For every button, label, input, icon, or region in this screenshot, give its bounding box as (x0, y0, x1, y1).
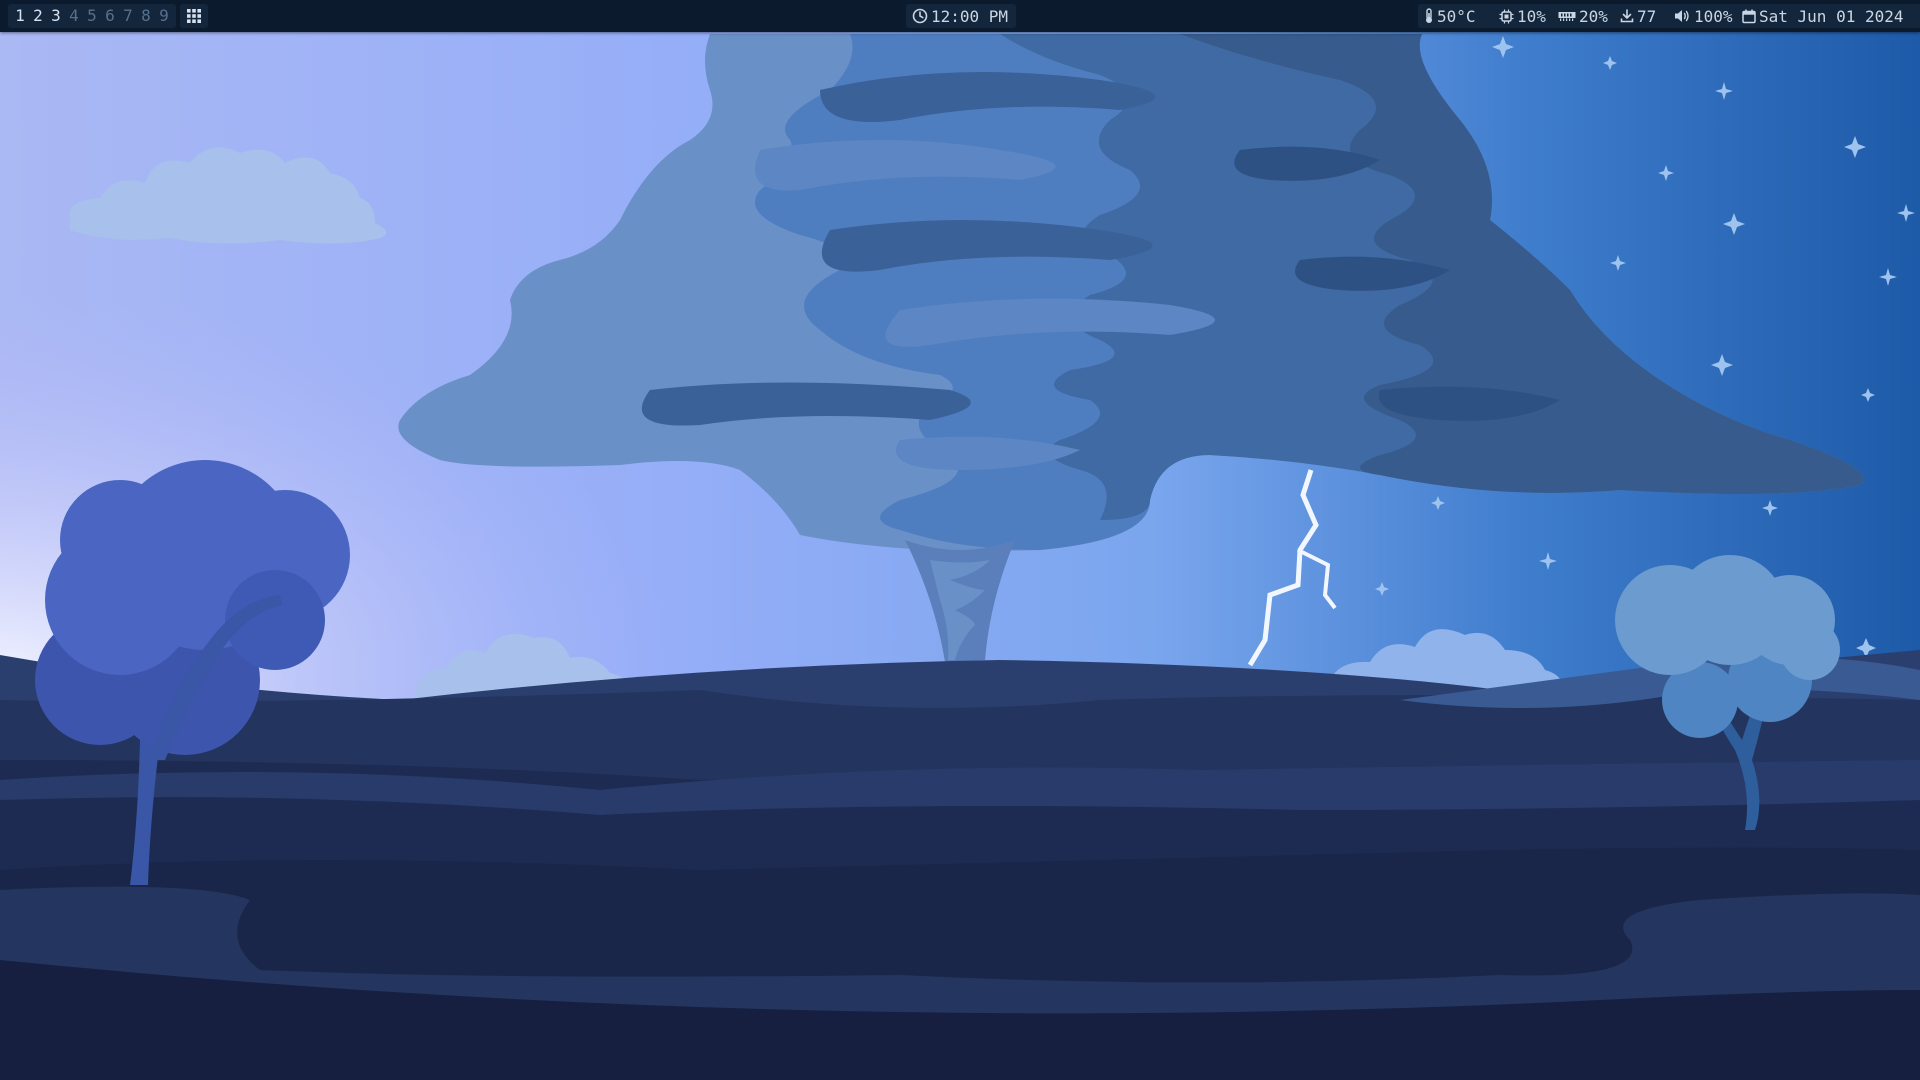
app-launcher-button[interactable] (180, 4, 208, 28)
volume-value: 100% (1694, 6, 1733, 26)
date-widget[interactable]: Sat Jun 01 2024 (1736, 4, 1920, 28)
speaker-icon (1674, 9, 1691, 23)
thermometer-icon (1424, 8, 1434, 24)
temperature-value: 50°C (1437, 6, 1476, 26)
cpu-value: 10% (1517, 6, 1546, 26)
clock-time: 12:00 PM (931, 6, 1009, 26)
workspace-9[interactable]: 9 (155, 4, 173, 28)
workspace-1[interactable]: 1 (11, 4, 29, 28)
hills (0, 650, 1920, 1080)
calendar-icon (1742, 9, 1756, 24)
workspace-4[interactable]: 4 (65, 4, 83, 28)
workspace-6[interactable]: 6 (101, 4, 119, 28)
downloads-widget[interactable]: 77 (1614, 4, 1676, 28)
clock-widget[interactable]: 12:00 PM (906, 4, 1017, 28)
workspace-8[interactable]: 8 (137, 4, 155, 28)
volume-widget[interactable]: 100% (1668, 4, 1744, 28)
workspace-5[interactable]: 5 (83, 4, 101, 28)
top-bar: 1 2 3 4 5 6 7 8 9 12:00 PM 50°C 10% 20% … (0, 0, 1920, 32)
memory-icon (1558, 10, 1576, 22)
downloads-value: 77 (1637, 6, 1657, 26)
grid-icon (187, 9, 201, 23)
workspace-2[interactable]: 2 (29, 4, 47, 28)
download-icon (1620, 9, 1634, 23)
memory-value: 20% (1579, 6, 1608, 26)
desktop-wallpaper (0, 0, 1920, 1080)
workspace-switcher: 1 2 3 4 5 6 7 8 9 (8, 4, 176, 28)
date-value: Sat Jun 01 2024 (1759, 6, 1904, 26)
clock-icon (912, 8, 928, 24)
memory-widget[interactable]: 20% (1552, 4, 1622, 28)
cpu-icon (1499, 9, 1514, 24)
cpu-widget[interactable]: 10% (1493, 4, 1559, 28)
temperature-widget[interactable]: 50°C (1418, 4, 1500, 28)
workspace-3[interactable]: 3 (47, 4, 65, 28)
workspace-7[interactable]: 7 (119, 4, 137, 28)
